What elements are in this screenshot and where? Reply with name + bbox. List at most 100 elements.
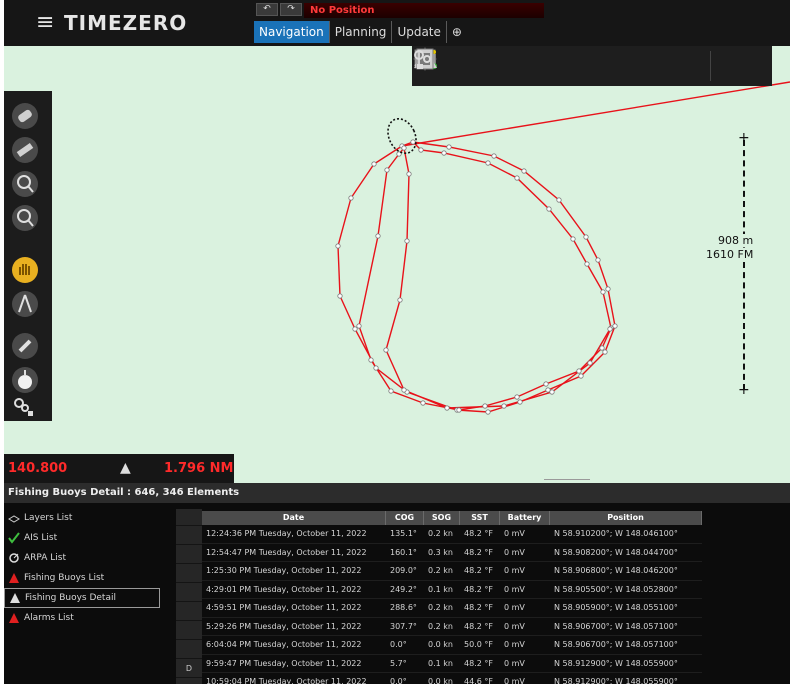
track-point[interactable] — [373, 365, 379, 371]
track-point[interactable] — [583, 234, 589, 240]
gutter-cell[interactable] — [176, 583, 202, 602]
track-point[interactable] — [514, 175, 520, 181]
column-header-sst[interactable]: SST — [460, 511, 500, 525]
chart-map[interactable]: + 908 m 1610 FM + 140.800 ▲ 1.796 NM — [4, 46, 790, 483]
column-header-cog[interactable]: COG — [386, 511, 424, 525]
track-point[interactable] — [401, 145, 407, 151]
side-item-fishing-buoys-detail[interactable]: Fishing Buoys Detail — [4, 588, 160, 608]
track-point[interactable] — [397, 297, 403, 303]
track-point[interactable] — [576, 368, 582, 374]
logbook-icon[interactable] — [415, 49, 488, 83]
gutter-cell[interactable]: D — [176, 659, 202, 678]
redo-icon[interactable]: ↷ — [280, 3, 302, 16]
gutter-cell[interactable] — [176, 640, 202, 659]
table-row[interactable]: 12:54:47 PM Tuesday, October 11, 2022 16… — [202, 544, 702, 562]
track-point[interactable] — [444, 405, 450, 411]
gutter-cell[interactable] — [176, 602, 202, 621]
track-point[interactable] — [584, 261, 590, 267]
track-point[interactable] — [401, 387, 407, 393]
gutter-cell[interactable] — [176, 621, 202, 640]
track-point[interactable] — [352, 326, 358, 332]
table-row[interactable]: 4:59:51 PM Tuesday, October 11, 2022 288… — [202, 599, 702, 618]
ruler-icon[interactable] — [10, 135, 42, 167]
track-point[interactable] — [587, 360, 593, 366]
eraser-icon[interactable] — [10, 101, 42, 133]
track-point[interactable] — [485, 409, 491, 415]
track-point[interactable] — [543, 381, 549, 387]
tab-planning[interactable]: Planning — [330, 21, 393, 43]
track-point[interactable] — [356, 323, 362, 329]
buoy-route-icon[interactable] — [415, 49, 632, 83]
track-point[interactable] — [491, 153, 497, 159]
panel-resize-handle[interactable] — [544, 479, 590, 480]
track-point[interactable] — [501, 403, 507, 409]
track-point[interactable] — [514, 394, 520, 400]
draw-pen-icon[interactable] — [416, 49, 560, 83]
track-point[interactable] — [375, 233, 381, 239]
column-header-sog[interactable]: SOG — [424, 511, 460, 525]
report-icon[interactable] — [416, 48, 704, 83]
table-row[interactable]: 5:29:26 PM Tuesday, October 11, 2022 307… — [202, 618, 702, 636]
track-point[interactable] — [335, 243, 341, 249]
gutter-cell[interactable] — [176, 564, 202, 583]
track-point[interactable] — [578, 373, 584, 379]
track-point[interactable] — [521, 168, 527, 174]
divider-compass-icon[interactable] — [10, 289, 42, 321]
side-item-alarms[interactable]: Alarms List — [4, 608, 164, 628]
tab-update[interactable]: Update — [392, 21, 447, 43]
track-point[interactable] — [420, 400, 426, 406]
track-point[interactable] — [418, 147, 424, 153]
track-point[interactable] — [599, 345, 605, 351]
track-point[interactable] — [605, 286, 611, 292]
terrain-icon[interactable] — [414, 49, 668, 83]
track-point[interactable] — [456, 407, 462, 413]
side-item-ais[interactable]: AIS List — [4, 528, 164, 548]
add-tab-icon[interactable]: ⊕ — [447, 21, 465, 43]
track-point[interactable] — [482, 403, 488, 409]
column-header-battery[interactable]: Battery — [500, 511, 550, 525]
track-point[interactable] — [546, 206, 552, 212]
tab-navigation[interactable]: Navigation — [254, 21, 330, 43]
table-row[interactable]: 9:59:47 PM Tuesday, October 11, 2022 5.7… — [202, 655, 702, 673]
track-point[interactable] — [595, 257, 601, 263]
side-item-fishing-buoys-list[interactable]: Fishing Buoys List — [4, 568, 164, 588]
gutter-cell[interactable] — [176, 526, 202, 545]
table-row[interactable]: 6:04:04 PM Tuesday, October 11, 2022 0.0… — [202, 636, 702, 655]
marker-icon[interactable] — [10, 331, 42, 363]
column-header-date[interactable]: Date — [202, 511, 386, 525]
side-item-arpa[interactable]: ARPA List — [4, 548, 164, 568]
track-point[interactable] — [607, 326, 613, 332]
track-point[interactable] — [383, 347, 389, 353]
track-point[interactable] — [556, 197, 562, 203]
track-point[interactable] — [570, 236, 576, 242]
zoom-out-icon[interactable] — [10, 203, 42, 235]
track-point[interactable] — [337, 293, 343, 299]
track-point[interactable] — [406, 171, 412, 177]
column-header-position[interactable]: Position — [550, 511, 702, 525]
track-point[interactable] — [549, 389, 555, 395]
settings-lock-icon[interactable] — [414, 49, 751, 83]
hamburger-menu-icon[interactable]: ≡ — [36, 12, 54, 34]
gutter-cell[interactable] — [176, 545, 202, 564]
track-point[interactable] — [602, 349, 608, 355]
undo-icon[interactable]: ↶ — [256, 3, 278, 16]
table-row[interactable]: 4:29:01 PM Tuesday, October 11, 2022 249… — [202, 581, 702, 599]
table-row[interactable]: 10:59:04 PM Tuesday, October 11, 2022 0.… — [202, 673, 702, 684]
zoom-in-icon[interactable] — [10, 169, 42, 201]
left-settings-lock-icon[interactable] — [10, 393, 42, 425]
pan-hand-icon[interactable] — [10, 255, 42, 287]
track-point[interactable] — [371, 161, 377, 167]
table-row[interactable]: 12:24:36 PM Tuesday, October 11, 2022 13… — [202, 525, 702, 544]
track-point[interactable] — [404, 238, 410, 244]
track-point[interactable] — [388, 388, 394, 394]
track-point[interactable] — [384, 167, 390, 173]
track-point[interactable] — [441, 150, 447, 156]
track-point[interactable] — [410, 139, 416, 145]
track-point[interactable] — [600, 289, 606, 295]
route-graph-icon[interactable] — [414, 49, 596, 83]
track-point[interactable] — [446, 144, 452, 150]
chart-image-icon[interactable] — [414, 49, 524, 83]
track-point[interactable] — [485, 160, 491, 166]
table-row[interactable]: 1:25:30 PM Tuesday, October 11, 2022 209… — [202, 562, 702, 581]
track-point[interactable] — [368, 357, 374, 363]
